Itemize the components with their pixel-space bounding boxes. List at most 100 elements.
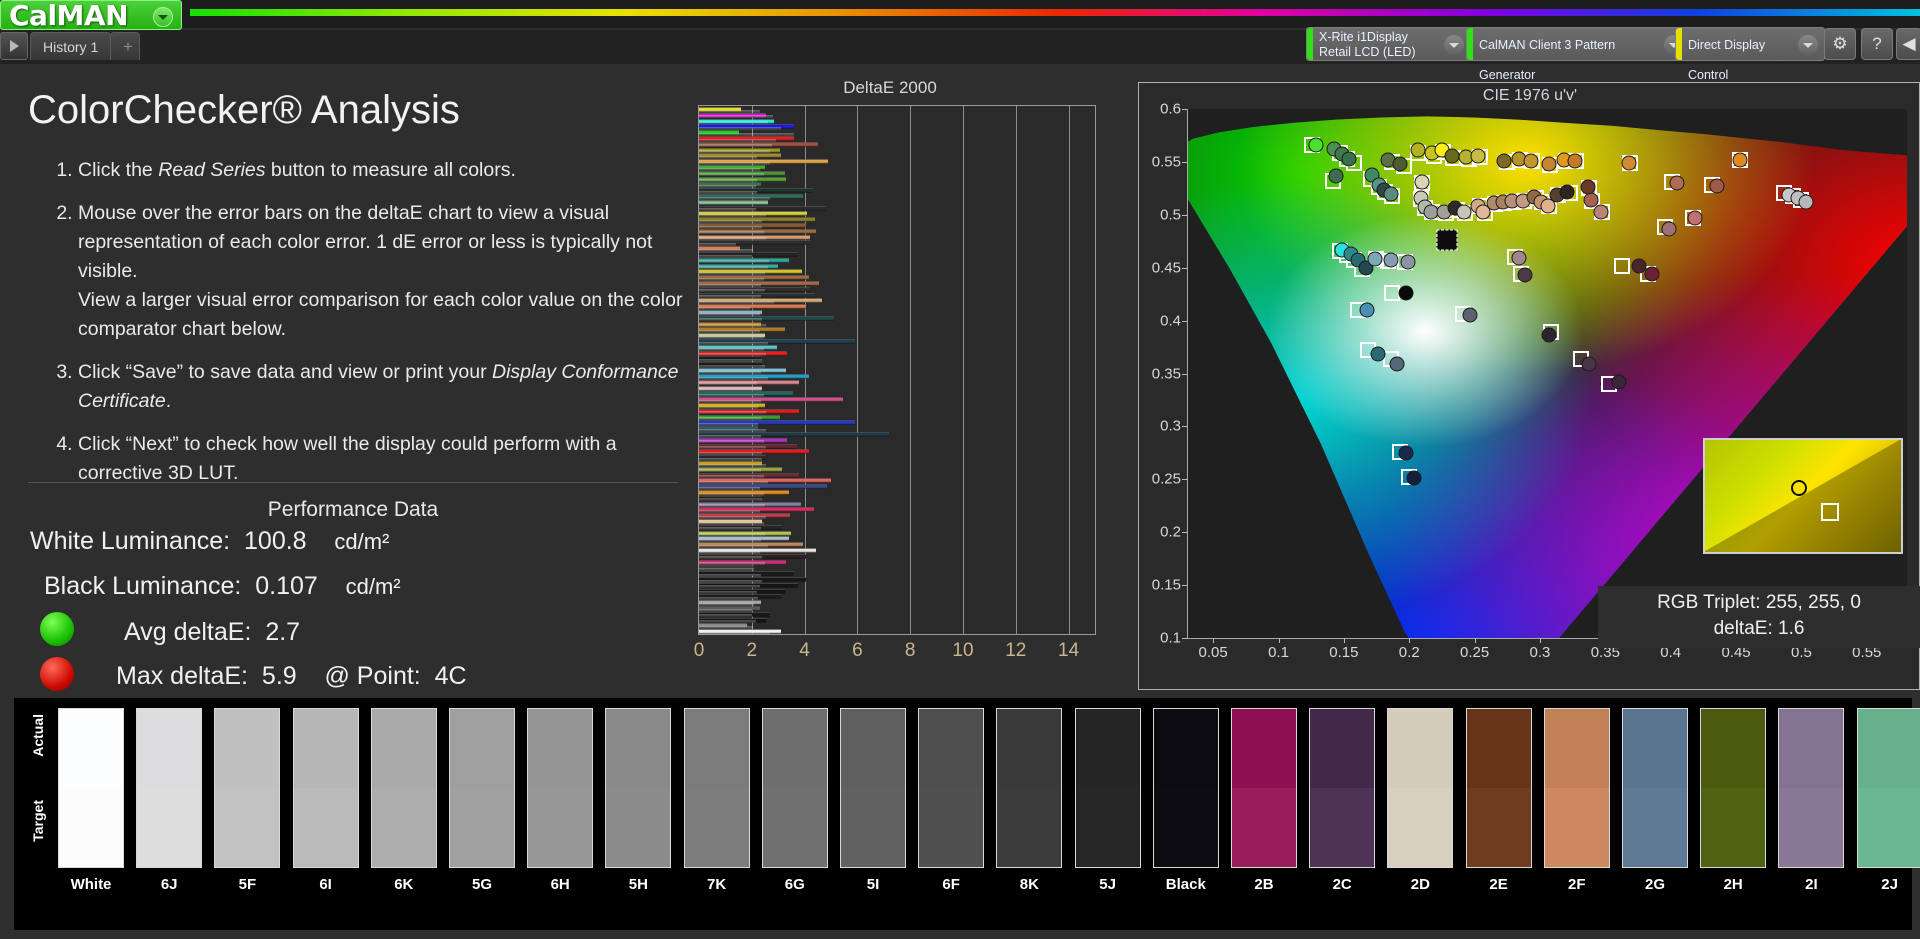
cie-plot-area[interactable] bbox=[1187, 109, 1907, 639]
source-selector-dropdown[interactable]: CalMAN Client 3 Pattern Generator bbox=[1466, 27, 1691, 61]
swatch-actual bbox=[841, 709, 905, 788]
swatch-label: 5I bbox=[840, 876, 906, 893]
color-swatch[interactable] bbox=[1778, 708, 1844, 868]
cie-measured-marker[interactable] bbox=[1360, 303, 1375, 318]
color-swatch[interactable] bbox=[684, 708, 750, 868]
cie-measured-marker[interactable] bbox=[1341, 151, 1356, 166]
section-divider bbox=[28, 482, 678, 483]
color-swatch[interactable] bbox=[996, 708, 1062, 868]
color-swatch[interactable] bbox=[1309, 708, 1375, 868]
cie-measured-marker[interactable] bbox=[1612, 374, 1627, 389]
cie-cursor-highlight bbox=[1437, 229, 1458, 250]
cie-measured-marker[interactable] bbox=[1407, 471, 1422, 486]
cie-measured-marker[interactable] bbox=[1621, 155, 1636, 170]
display-control-label: Direct Display Control bbox=[1685, 30, 1794, 90]
performance-data-heading: Performance Data bbox=[28, 498, 678, 522]
cie-measured-marker[interactable] bbox=[1662, 221, 1677, 236]
black-luminance-label: Black Luminance: bbox=[44, 572, 241, 600]
cie-measured-marker[interactable] bbox=[1518, 268, 1533, 283]
color-swatch[interactable] bbox=[293, 708, 359, 868]
cie-measured-marker[interactable] bbox=[1645, 267, 1660, 282]
color-swatch[interactable] bbox=[527, 708, 593, 868]
color-swatch[interactable] bbox=[449, 708, 515, 868]
add-tab-button[interactable]: + bbox=[110, 32, 140, 60]
cie-measured-marker[interactable] bbox=[1370, 347, 1385, 362]
color-swatch[interactable] bbox=[918, 708, 984, 868]
swatch-actual bbox=[1779, 709, 1843, 788]
cie-measured-marker[interactable] bbox=[1669, 176, 1684, 191]
swatch-label: 2E bbox=[1466, 876, 1532, 893]
cie-measured-marker[interactable] bbox=[1309, 137, 1324, 152]
cie-chart-title: CIE 1976 u'v' bbox=[1139, 87, 1920, 105]
display-control-dropdown[interactable]: Direct Display Control bbox=[1675, 27, 1825, 61]
color-swatch[interactable] bbox=[1700, 708, 1766, 868]
chevron-left-icon-button[interactable]: ◀ bbox=[1896, 28, 1920, 60]
swatch-target bbox=[1154, 788, 1218, 867]
cie-x-tick bbox=[1475, 638, 1476, 643]
play-icon-button[interactable] bbox=[0, 32, 28, 60]
chevron-down-icon[interactable] bbox=[1444, 35, 1464, 55]
cie-measured-marker[interactable] bbox=[1710, 179, 1725, 194]
deltae-bar-reference[interactable] bbox=[699, 632, 770, 635]
color-swatch[interactable] bbox=[762, 708, 828, 868]
color-swatch[interactable] bbox=[371, 708, 437, 868]
calman-logo-button[interactable]: CalMAN bbox=[0, 0, 182, 30]
cie-measured-marker[interactable] bbox=[1688, 210, 1703, 225]
swatch-label: 6K bbox=[371, 876, 437, 893]
cie-measured-marker[interactable] bbox=[1471, 148, 1486, 163]
cie-measured-marker[interactable] bbox=[1445, 148, 1460, 163]
cie-measured-marker[interactable] bbox=[1383, 253, 1398, 268]
cie-measured-marker[interactable] bbox=[1511, 251, 1526, 266]
color-swatch[interactable] bbox=[136, 708, 202, 868]
cie-measured-marker[interactable] bbox=[1594, 204, 1609, 219]
cie-measured-marker[interactable] bbox=[1328, 168, 1343, 183]
cie-measured-marker[interactable] bbox=[1399, 445, 1414, 460]
color-swatch[interactable] bbox=[605, 708, 671, 868]
gear-icon-button[interactable]: ⚙ bbox=[1824, 28, 1856, 60]
cie-y-tick-label: 0.6 bbox=[1141, 101, 1181, 118]
cie-measured-marker[interactable] bbox=[1732, 152, 1747, 167]
cie-measured-marker[interactable] bbox=[1541, 328, 1556, 343]
rgb-triplet-readout: RGB Triplet: 255, 255, 0 bbox=[1598, 590, 1920, 616]
color-swatch[interactable] bbox=[1857, 708, 1920, 868]
color-swatch[interactable] bbox=[1466, 708, 1532, 868]
cie-measured-marker[interactable] bbox=[1390, 356, 1405, 371]
color-swatch[interactable] bbox=[1153, 708, 1219, 868]
color-swatch[interactable] bbox=[1622, 708, 1688, 868]
color-swatch[interactable] bbox=[840, 708, 906, 868]
chevron-down-icon[interactable] bbox=[1798, 35, 1818, 55]
cie-measured-marker[interactable] bbox=[1541, 157, 1556, 172]
tab-history-1[interactable]: History 1 bbox=[30, 32, 111, 60]
cie-measured-marker[interactable] bbox=[1383, 186, 1398, 201]
color-swatch[interactable] bbox=[1075, 708, 1141, 868]
deltae-x-tick-label: 8 bbox=[905, 640, 916, 662]
cie-measured-marker[interactable] bbox=[1367, 252, 1382, 267]
cie-measured-marker[interactable] bbox=[1567, 153, 1582, 168]
cie-measured-marker[interactable] bbox=[1463, 308, 1478, 323]
cie-measured-marker[interactable] bbox=[1411, 143, 1426, 158]
deltae-plot-area[interactable] bbox=[698, 105, 1096, 635]
cie-measured-marker[interactable] bbox=[1581, 180, 1596, 195]
cie-measured-marker[interactable] bbox=[1399, 286, 1414, 301]
swatch-label: 6G bbox=[762, 876, 828, 893]
cie-y-tick bbox=[1182, 109, 1187, 110]
help-icon-button[interactable]: ? bbox=[1861, 28, 1893, 60]
swatch-label: 5J bbox=[1075, 876, 1141, 893]
cie-measured-marker[interactable] bbox=[1392, 157, 1407, 172]
cie-measured-marker[interactable] bbox=[1560, 184, 1575, 199]
color-swatch[interactable] bbox=[58, 708, 124, 868]
chevron-down-icon[interactable] bbox=[153, 7, 173, 27]
cie-measured-marker[interactable] bbox=[1799, 195, 1814, 210]
cie-measured-marker[interactable] bbox=[1523, 153, 1538, 168]
cie-measured-marker[interactable] bbox=[1415, 175, 1430, 190]
cie-measured-marker[interactable] bbox=[1497, 153, 1512, 168]
cie-measured-marker[interactable] bbox=[1456, 204, 1471, 219]
meter-selector-dropdown[interactable]: X-Rite i1Display Retail LCD (LED) bbox=[1306, 27, 1471, 61]
color-swatch[interactable] bbox=[1387, 708, 1453, 868]
cie-measured-marker[interactable] bbox=[1400, 255, 1415, 270]
swatch-actual bbox=[1545, 709, 1609, 788]
color-swatch[interactable] bbox=[214, 708, 280, 868]
cie-measured-marker[interactable] bbox=[1582, 356, 1597, 371]
color-swatch[interactable] bbox=[1231, 708, 1297, 868]
color-swatch[interactable] bbox=[1544, 708, 1610, 868]
